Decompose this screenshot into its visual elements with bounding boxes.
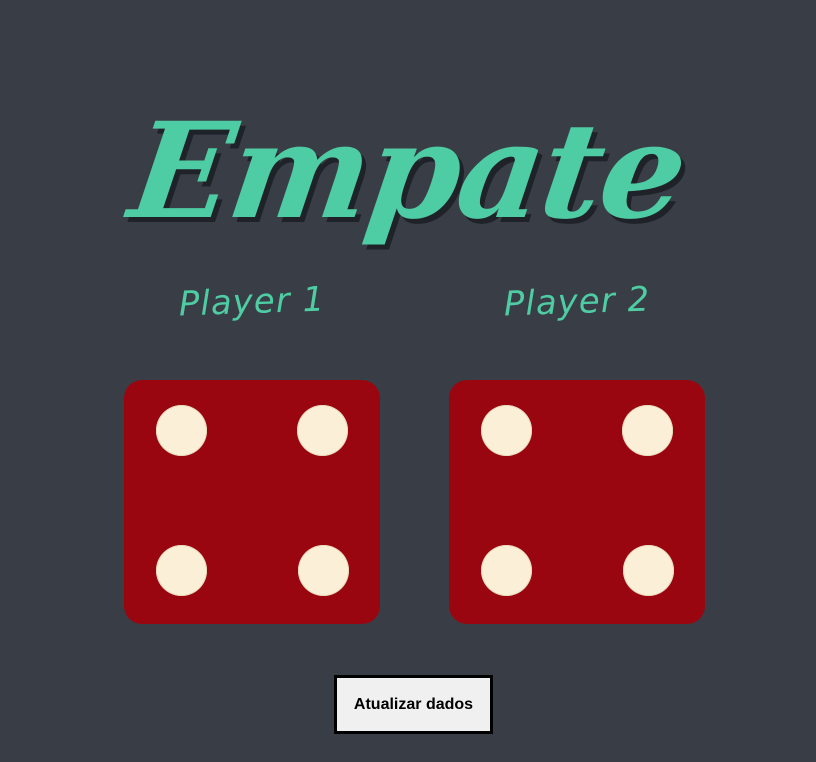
player-2-label: Player 2 <box>503 279 651 325</box>
die-pip <box>297 405 348 456</box>
player-1-die <box>124 380 380 624</box>
die-pip <box>156 545 207 596</box>
refresh-dice-button[interactable]: Atualizar dados <box>334 675 493 734</box>
result-title: Empate <box>121 94 695 250</box>
die-pip <box>298 545 349 596</box>
die-pip <box>156 405 207 456</box>
die-pip <box>623 545 674 596</box>
player-1-label: Player 1 <box>178 279 326 325</box>
die-pip <box>622 405 673 456</box>
die-pip <box>481 405 532 456</box>
player-2-die <box>449 380 705 624</box>
die-pip <box>481 545 532 596</box>
